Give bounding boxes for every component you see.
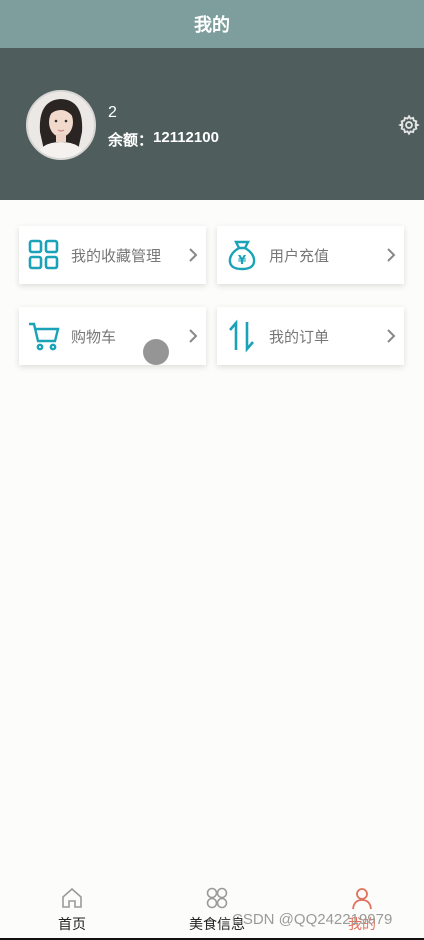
balance: 余额： 12112100 bbox=[108, 129, 219, 150]
favorites-menu-card[interactable]: 我的收藏管理 bbox=[19, 226, 206, 284]
cart-menu-card[interactable]: 购物车 bbox=[19, 307, 206, 365]
avatar[interactable] bbox=[26, 90, 96, 160]
profile-panel: 2 余额： 12112100 bbox=[0, 48, 424, 200]
clover-icon bbox=[205, 886, 229, 910]
orders-menu-card[interactable]: 我的订单 bbox=[217, 307, 404, 365]
chevron-right-icon bbox=[186, 248, 200, 262]
chevron-right-icon bbox=[186, 329, 200, 343]
balance-label: 余额： bbox=[108, 132, 154, 149]
settings-gear-icon[interactable] bbox=[398, 114, 420, 136]
bottom-tab-bar: 首页 美食信息 我的 bbox=[0, 880, 424, 940]
top-bar: 我的 bbox=[0, 0, 424, 48]
tab-home[interactable]: 首页 bbox=[27, 886, 117, 936]
touch-indicator bbox=[143, 339, 169, 365]
home-icon bbox=[60, 886, 84, 910]
cart-label: 购物车 bbox=[71, 328, 117, 346]
tab-home-label: 首页 bbox=[58, 916, 86, 932]
page-title: 我的 bbox=[194, 15, 230, 35]
svg-text:¥: ¥ bbox=[238, 253, 247, 267]
balance-value: 12112100 bbox=[153, 129, 219, 146]
orders-label: 我的订单 bbox=[269, 328, 330, 346]
favorites-label: 我的收藏管理 bbox=[71, 247, 162, 265]
user-icon bbox=[350, 886, 374, 910]
money-bag-icon: ¥ bbox=[225, 238, 259, 272]
username: 2 bbox=[108, 104, 117, 121]
watermark: CSDN @QQ242219979 bbox=[232, 911, 393, 928]
shopping-cart-icon bbox=[27, 319, 61, 353]
recharge-menu-card[interactable]: ¥ 用户充值 bbox=[217, 226, 404, 284]
grid-apps-icon bbox=[27, 238, 61, 272]
sort-arrows-icon bbox=[225, 319, 259, 353]
chevron-right-icon bbox=[384, 329, 398, 343]
chevron-right-icon bbox=[384, 248, 398, 262]
recharge-label: 用户充值 bbox=[269, 247, 330, 265]
